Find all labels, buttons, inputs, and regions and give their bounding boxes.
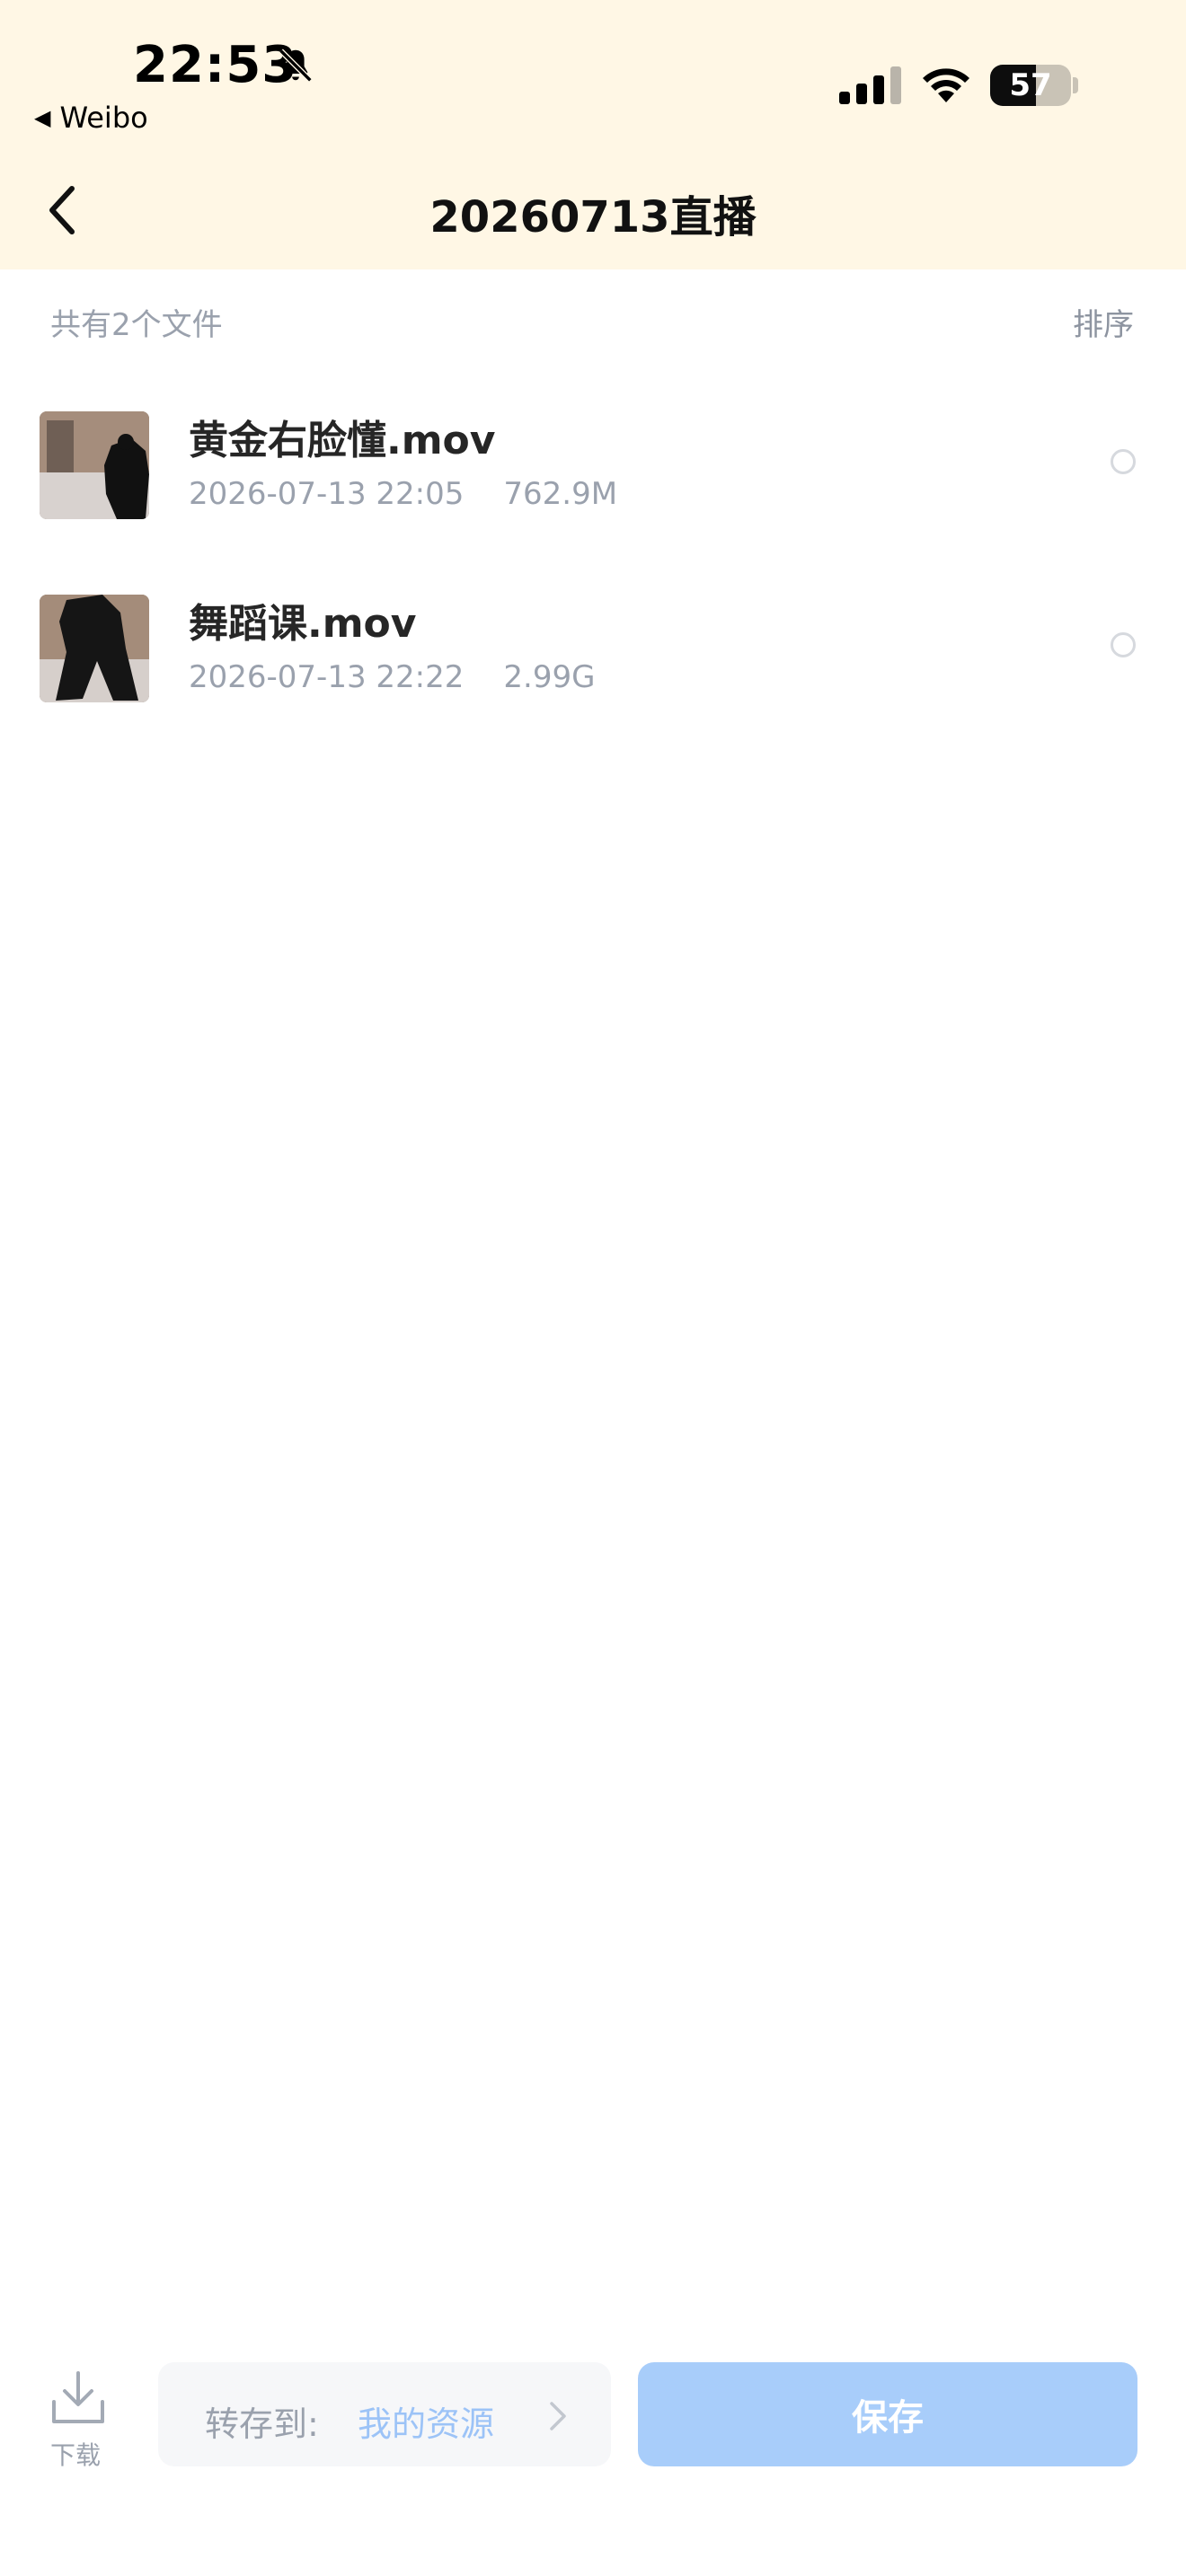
file-size: 762.9M (503, 476, 618, 512)
file-size: 2.99G (503, 659, 596, 695)
chevron-right-icon (550, 2402, 566, 2430)
file-date: 2026-07-13 22:05 (189, 476, 465, 512)
file-name: 舞蹈课.mov (189, 601, 417, 647)
download-icon[interactable] (49, 2369, 108, 2427)
signal-icon (839, 66, 901, 104)
page-title: 20260713直播 (429, 192, 757, 243)
back-to-app[interactable]: ◀ Weibo (34, 101, 148, 135)
file-name: 黄金右脸懂.mov (189, 418, 496, 463)
select-radio[interactable] (1111, 632, 1136, 657)
video-thumbnail (40, 411, 149, 519)
file-count: 共有2个文件 (50, 307, 223, 343)
file-meta: 2026-07-13 22:05 762.9M (189, 476, 617, 512)
download-label: 下载 (50, 2440, 102, 2470)
back-app-label: Weibo (59, 101, 148, 135)
bell-slash-icon (279, 49, 313, 83)
battery-tip (1073, 77, 1078, 93)
status-time: 22:53 (133, 36, 298, 94)
file-row[interactable]: 舞蹈课.mov 2026-07-13 22:22 2.99G (0, 553, 1186, 733)
transfer-target: 我的资源 (358, 2404, 495, 2444)
save-button[interactable]: 保存 (638, 2362, 1137, 2466)
wifi-icon (923, 68, 969, 102)
back-triangle-icon: ◀ (34, 105, 51, 130)
select-radio[interactable] (1111, 449, 1136, 474)
video-thumbnail (40, 595, 149, 702)
transfer-label: 转存到: (205, 2404, 319, 2444)
battery-icon: 57 (990, 65, 1071, 106)
file-date: 2026-07-13 22:22 (189, 659, 465, 695)
battery-percent: 57 (1009, 67, 1052, 103)
file-row[interactable]: 黄金右脸懂.mov 2026-07-13 22:05 762.9M (0, 370, 1186, 550)
transfer-selector[interactable]: 转存到: 我的资源 (158, 2362, 611, 2466)
file-meta: 2026-07-13 22:22 2.99G (189, 659, 595, 695)
sort-button[interactable]: 排序 (1073, 300, 1134, 344)
